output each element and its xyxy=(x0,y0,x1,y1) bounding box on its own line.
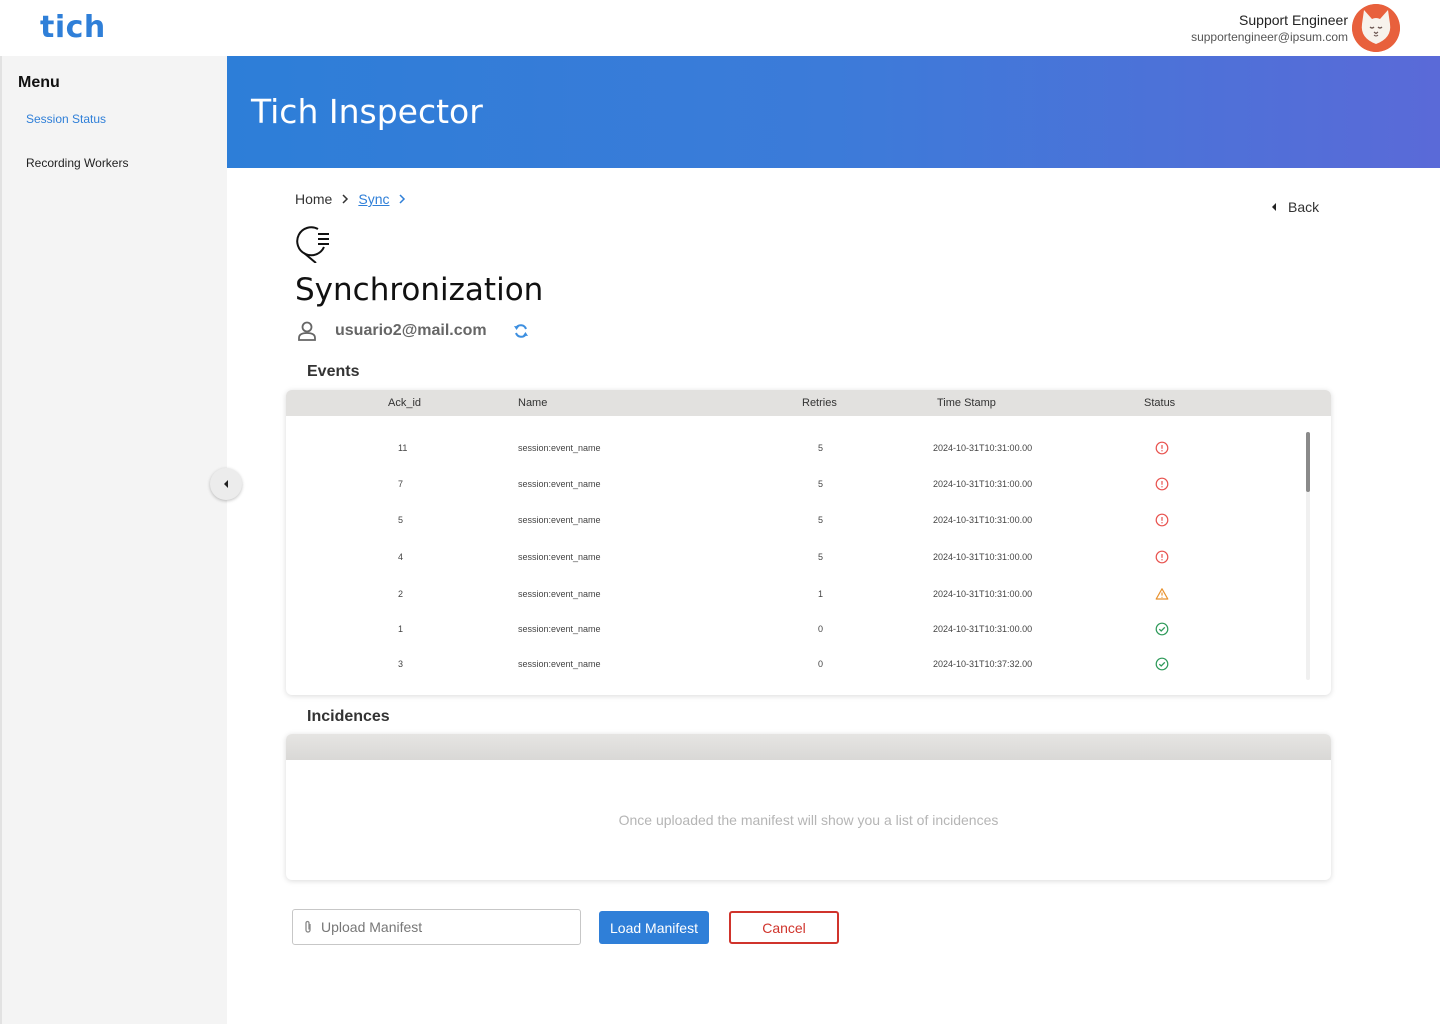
session-user-email: usuario2@mail.com xyxy=(335,322,487,339)
status-error-icon xyxy=(1155,477,1169,491)
table-row[interactable]: 2 session:event_name 1 2024-10-31T10:31:00.… xyxy=(286,585,1331,605)
table-row[interactable]: 3 session:event_name 0 2024-10-31T10:37:32.… xyxy=(286,655,1331,675)
refresh-icon[interactable] xyxy=(513,323,529,339)
column-header-status[interactable]: Status xyxy=(1144,397,1175,409)
cell-retries: 1 xyxy=(818,589,824,599)
app-logo[interactable]: tich xyxy=(40,10,106,45)
column-header-name[interactable]: Name xyxy=(518,397,547,409)
cell-ack-id: 3 xyxy=(398,659,404,669)
cell-timestamp: 2024-10-31T10:31:00.00 xyxy=(933,479,1033,489)
column-header-retries[interactable]: Retries xyxy=(802,397,837,409)
table-row[interactable]: 5 session:event_name 5 2024-10-31T10:31:00.… xyxy=(286,511,1331,531)
user-info: Support Engineer supportengineer@ipsum.c… xyxy=(1191,11,1348,45)
cell-timestamp: 2024-10-31T10:31:00.00 xyxy=(933,624,1033,634)
cell-ack-id: 1 xyxy=(398,624,404,634)
upload-manifest-field[interactable]: Upload Manifest xyxy=(292,909,581,945)
cell-retries: 0 xyxy=(818,659,824,669)
caret-left-icon xyxy=(1272,203,1276,211)
session-user: usuario2@mail.com xyxy=(297,321,529,341)
status-error-icon xyxy=(1155,550,1169,564)
events-title: Events xyxy=(307,363,360,380)
incidences-table-header xyxy=(286,734,1331,760)
cell-ack-id: 7 xyxy=(398,479,404,489)
cell-retries: 0 xyxy=(818,624,824,634)
cell-ack-id: 4 xyxy=(398,552,404,562)
caret-left-icon xyxy=(224,480,228,488)
page-title: Synchronization xyxy=(295,272,544,308)
cell-ack-id: 11 xyxy=(398,443,408,453)
sidebar-item-recording-workers[interactable]: Recording Workers xyxy=(26,156,128,170)
back-button[interactable]: Back xyxy=(1270,199,1319,215)
back-label: Back xyxy=(1288,199,1320,215)
table-row[interactable]: 7 session:event_name 5 2024-10-31T10:31:00.… xyxy=(286,475,1331,495)
paperclip-icon xyxy=(305,920,311,933)
column-header-ack-id[interactable]: Ack_id xyxy=(388,397,421,409)
cell-retries: 5 xyxy=(818,443,824,453)
collapse-sidebar-button[interactable] xyxy=(210,468,242,500)
table-row[interactable]: 11 session:event_name 5 2024-10-31T10:31:00… xyxy=(286,439,1331,459)
status-error-icon xyxy=(1155,441,1169,455)
incidences-table: Once uploaded the manifest will show you… xyxy=(286,734,1331,880)
cell-retries: 5 xyxy=(818,515,824,525)
table-row[interactable]: 4 session:event_name 5 2024-10-31T10:31:00.… xyxy=(286,548,1331,568)
breadcrumb-home[interactable]: Home xyxy=(295,191,332,207)
page-banner: Tich Inspector xyxy=(227,56,1440,168)
breadcrumb: Home Sync xyxy=(295,191,415,207)
incidences-title: Incidences xyxy=(307,708,390,725)
chevron-right-icon xyxy=(341,193,349,205)
user-icon xyxy=(298,321,316,341)
status-success-icon xyxy=(1155,657,1169,671)
status-warning-icon xyxy=(1155,587,1169,601)
top-bar: tich Support Engineer supportengineer@ip… xyxy=(0,0,1440,56)
breadcrumb-sync[interactable]: Sync xyxy=(358,191,389,207)
column-header-timestamp[interactable]: Time Stamp xyxy=(937,397,996,409)
cell-ack-id: 2 xyxy=(398,589,404,599)
table-row[interactable]: 1 session:event_name 0 2024-10-31T10:31:00.… xyxy=(286,620,1331,640)
banner-title: Tich Inspector xyxy=(251,92,483,131)
cell-name: session:event_name xyxy=(518,479,601,489)
sidebar-item-session-status[interactable]: Session Status xyxy=(26,112,106,126)
cell-retries: 5 xyxy=(818,479,824,489)
cell-timestamp: 2024-10-31T10:31:00.00 xyxy=(933,443,1033,453)
load-manifest-button[interactable]: Load Manifest xyxy=(599,911,709,944)
upload-manifest-placeholder: Upload Manifest xyxy=(321,919,423,935)
cell-ack-id: 5 xyxy=(398,515,404,525)
status-error-icon xyxy=(1155,513,1169,527)
cell-name: session:event_name xyxy=(518,624,601,634)
cell-name: session:event_name xyxy=(518,659,601,669)
cell-timestamp: 2024-10-31T10:31:00.00 xyxy=(933,515,1033,525)
cell-name: session:event_name xyxy=(518,515,601,525)
cell-timestamp: 2024-10-31T10:31:00.00 xyxy=(933,589,1033,599)
cell-retries: 5 xyxy=(818,552,824,562)
cat-avatar-icon[interactable] xyxy=(1352,4,1400,52)
events-table: Ack_id Name Retries Time Stamp Status 11… xyxy=(286,390,1331,695)
incidences-empty-message: Once uploaded the manifest will show you… xyxy=(618,812,999,828)
cancel-button[interactable]: Cancel xyxy=(729,911,839,944)
user-email: supportengineer@ipsum.com xyxy=(1191,30,1348,44)
user-name: Support Engineer xyxy=(1239,12,1348,28)
cell-timestamp: 2024-10-31T10:37:32.00 xyxy=(933,659,1033,669)
cell-name: session:event_name xyxy=(518,443,601,453)
search-list-icon xyxy=(296,225,332,268)
cell-name: session:event_name xyxy=(518,589,601,599)
events-table-header: Ack_id Name Retries Time Stamp Status xyxy=(286,390,1331,416)
sidebar: Menu Session Status Recording Workers xyxy=(0,56,227,1024)
cell-timestamp: 2024-10-31T10:31:00.00 xyxy=(933,552,1033,562)
chevron-right-icon xyxy=(398,193,406,205)
status-success-icon xyxy=(1155,622,1169,636)
scrollbar-thumb[interactable] xyxy=(1306,432,1310,492)
cell-name: session:event_name xyxy=(518,552,601,562)
menu-title: Menu xyxy=(18,74,60,91)
